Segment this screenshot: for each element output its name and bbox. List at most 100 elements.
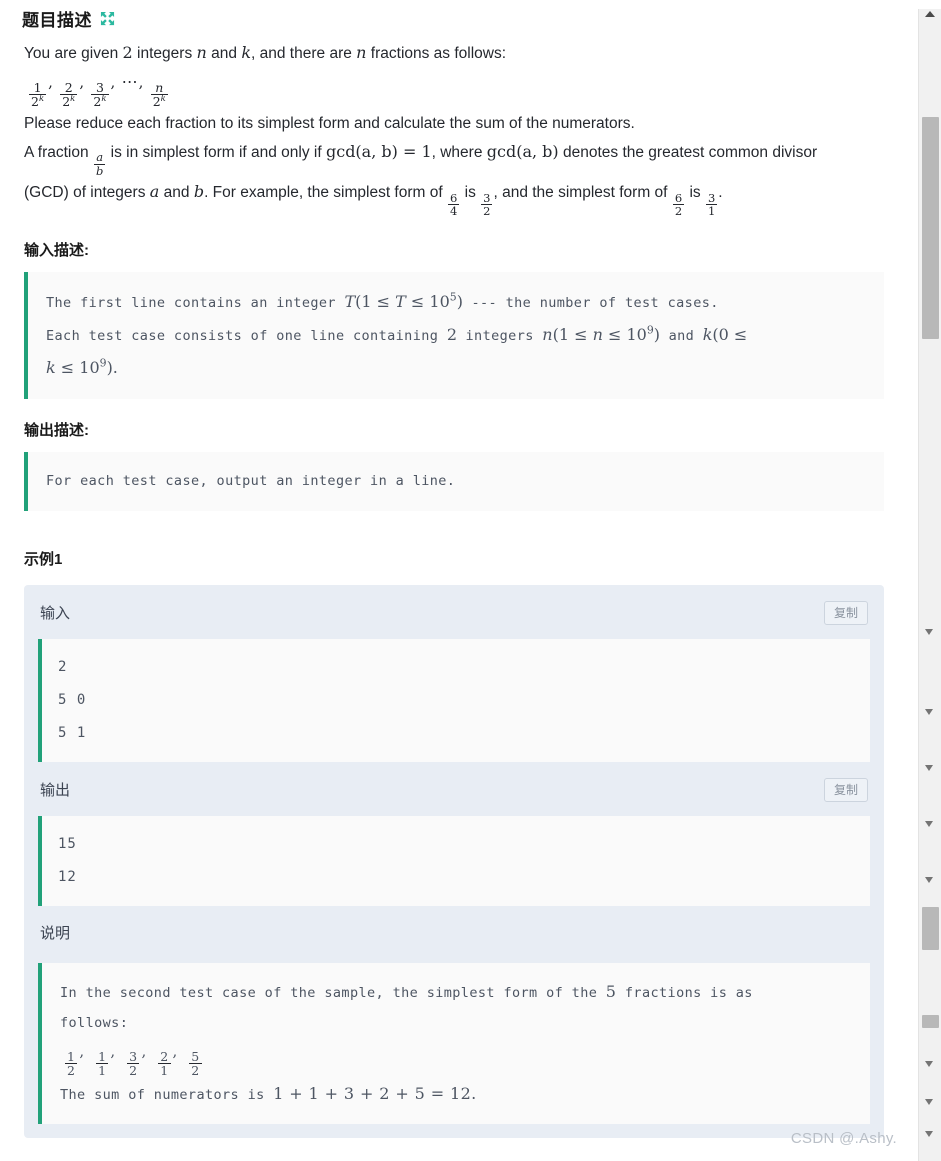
note-fraction-2: 11 xyxy=(96,1048,109,1079)
output-description-heading: 输出描述: xyxy=(24,421,89,439)
input-desc-l2-math1: n(1 ≤ n ≤ 109) xyxy=(542,323,661,344)
desc-l1-n: n xyxy=(196,43,207,62)
desc-l5-d: is xyxy=(464,183,476,201)
input-desc-line-3: k ≤ 109). xyxy=(46,352,868,385)
example-output-line: 12 xyxy=(58,868,77,885)
fraction-3-over-2: 32 xyxy=(481,190,493,218)
scroll-marker-icon xyxy=(925,1131,933,1137)
input-desc-l2-c: and xyxy=(668,327,695,344)
desc-l1-n2: n xyxy=(356,43,367,62)
input-desc-l2-b: integers xyxy=(465,327,534,344)
input-desc-l1-a: The first line contains an integer xyxy=(46,294,336,311)
note-l4-b: . xyxy=(471,1084,477,1104)
scroll-marker-icon xyxy=(925,877,933,883)
example-heading: 示例1 xyxy=(24,550,63,568)
example-note-label: 说明 xyxy=(40,924,71,942)
example-input-line: 2 xyxy=(58,658,68,675)
fraction-3: 3 2k xyxy=(91,80,109,110)
note-l4-math: 1 + 1 + 3 + 2 + 5 = 12 xyxy=(273,1084,472,1104)
fraction-n: n 2k xyxy=(150,80,168,110)
desc-l5-a: (GCD) of integers xyxy=(24,183,146,201)
scroll-marker-icon xyxy=(925,821,933,827)
scroll-marker-icon xyxy=(925,1099,933,1105)
copy-input-button[interactable]: 复制 xyxy=(823,600,868,625)
example-output-label: 输出 xyxy=(40,782,71,800)
example-card: 输入 复制 2 5 0 5 1 输出 复制 15 12 说明 In the se… xyxy=(24,584,884,1139)
desc-l4-gcd2: gcd(a, b) xyxy=(486,141,559,161)
desc-l1-b: integers xyxy=(137,45,193,62)
problem-page: 题目描述 You are given 2 integers n and k, a… xyxy=(0,0,918,1161)
description-line-1: You are given 2 integers n and k, and th… xyxy=(24,40,882,67)
example-input-row: 输入 复制 xyxy=(24,585,884,639)
example-note-code: In the second test case of the sample, t… xyxy=(38,962,870,1125)
desc-l1-c: and xyxy=(211,45,238,62)
desc-l5-b-var: b xyxy=(193,181,205,201)
note-fraction-5: 52 xyxy=(189,1048,202,1079)
note-l1-n: 5 xyxy=(605,981,617,1001)
example-input-line: 5 0 xyxy=(58,691,87,708)
scrollbar-thumb[interactable] xyxy=(922,907,939,950)
example-input-label: 输入 xyxy=(40,605,71,623)
input-desc-line-1: The first line contains an integer T(1 ≤… xyxy=(46,286,868,319)
desc-l5-g: . xyxy=(718,183,723,201)
note-fraction-list: 12, 11, 32, 21, 52 xyxy=(65,1041,202,1079)
scroll-marker-icon xyxy=(925,709,933,715)
fraction-6-over-2: 62 xyxy=(672,190,685,218)
desc-l1-a: You are given xyxy=(24,45,119,62)
example-note-row: 说明 xyxy=(24,906,884,957)
example-output-line: 15 xyxy=(58,835,77,852)
input-desc-l1-math: T(1 ≤ T ≤ 105) xyxy=(344,290,463,311)
note-fraction-3: 32 xyxy=(127,1048,140,1079)
desc-l4-a: A fraction xyxy=(24,143,89,161)
description-line-4: A fraction ab is in simplest form if and… xyxy=(24,139,882,177)
description-fraction-list: 1 2k, 2 2k, 3 2k, ⋯, n 2k xyxy=(29,72,168,110)
note-line-2: follows: xyxy=(60,1014,129,1031)
desc-l1-num: 2 xyxy=(122,43,133,62)
note-fraction-1: 12 xyxy=(65,1048,78,1079)
note-fraction-4: 21 xyxy=(158,1048,171,1079)
desc-l4-gcd: gcd(a, b) = 1 xyxy=(325,141,432,161)
desc-l5-c: . For example, the simplest form of xyxy=(204,183,443,201)
fraction-2: 2 2k xyxy=(60,80,78,110)
problem-description: You are given 2 integers n and k, and th… xyxy=(12,32,896,217)
fraction-3-over-1: 31 xyxy=(705,190,718,218)
input-desc-l1-b: --- the number of test cases. xyxy=(471,294,719,311)
page-title: 题目描述 xyxy=(22,10,92,30)
fraction-1: 1 2k xyxy=(29,80,47,110)
desc-l1-k: k xyxy=(241,43,252,62)
output-desc-line: For each test case, output an integer in… xyxy=(46,472,456,489)
fraction-6-over-4: 64 xyxy=(447,190,460,218)
note-line-1: In the second test case of the sample, t… xyxy=(60,977,854,1008)
output-description-box: For each test case, output an integer in… xyxy=(24,451,884,511)
scroll-marker-icon xyxy=(925,629,933,635)
input-desc-l3-math: k ≤ 109). xyxy=(46,356,118,377)
scroll-up-arrow-icon[interactable] xyxy=(925,11,935,17)
input-desc-l2-n: 2 xyxy=(446,324,457,344)
example-output-row: 输出 复制 xyxy=(24,762,884,816)
note-line-4: The sum of numerators is 1 + 1 + 3 + 2 +… xyxy=(60,1079,854,1110)
description-line-3: Please reduce each fraction to its simpl… xyxy=(24,114,635,132)
desc-l4-d: denotes the greatest common divisor xyxy=(562,143,818,161)
desc-l5-b: and xyxy=(163,183,190,201)
scroll-marker-icon xyxy=(925,1061,933,1067)
vertical-scrollbar[interactable] xyxy=(918,9,941,1161)
input-desc-l2-math2: k(0 ≤ xyxy=(702,324,748,344)
fraction-ellipsis: ⋯ xyxy=(121,72,138,91)
copy-output-button[interactable]: 复制 xyxy=(823,777,868,802)
desc-l4-c: , where xyxy=(431,143,483,161)
expand-arrows-icon[interactable] xyxy=(100,11,115,26)
scrollbar-thumb[interactable] xyxy=(922,117,939,339)
desc-l5-a-var: a xyxy=(149,181,160,201)
input-description-heading: 输入描述: xyxy=(24,241,89,259)
example-output-code: 15 12 xyxy=(38,815,870,906)
example-input-code: 2 5 0 5 1 xyxy=(38,638,870,762)
scrollbar-thumb[interactable] xyxy=(922,1015,939,1028)
watermark: CSDN @.Ashy. xyxy=(790,1130,897,1147)
desc-l1-e: fractions as follows: xyxy=(370,45,507,62)
input-description-box: The first line contains an integer T(1 ≤… xyxy=(24,271,884,399)
desc-l5-e: , and the simplest form of xyxy=(493,183,668,201)
note-l1-a: In the second test case of the sample, t… xyxy=(60,984,598,1001)
input-desc-l2-a: Each test case consists of one line cont… xyxy=(46,327,439,344)
desc-l1-d: , and there are xyxy=(251,45,352,62)
desc-l5-f: is xyxy=(689,183,701,201)
